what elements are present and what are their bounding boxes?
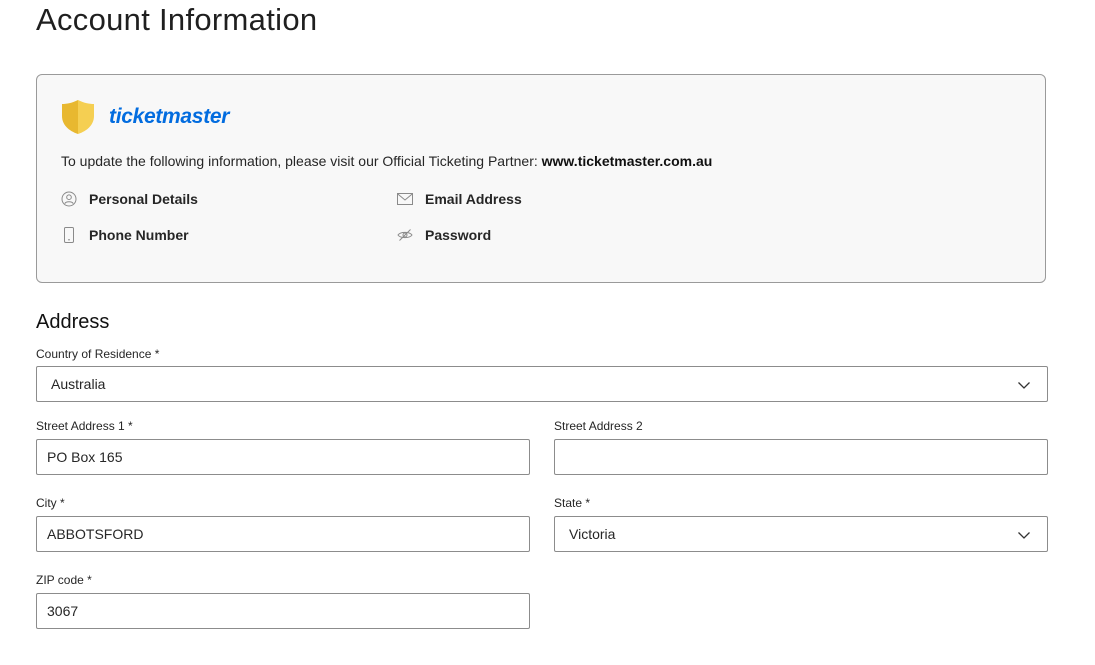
zip-code-value: 3067 xyxy=(47,603,79,619)
city-input[interactable]: ABBOTSFORD xyxy=(36,516,530,552)
eye-slash-icon xyxy=(397,227,413,243)
street-address-1-value: PO Box 165 xyxy=(47,449,123,465)
password-label: Password xyxy=(425,227,492,243)
password-item[interactable]: Password xyxy=(397,227,491,243)
personal-details-label: Personal Details xyxy=(89,191,198,207)
state-select[interactable]: Victoria xyxy=(554,516,1048,552)
partner-note: To update the following information, ple… xyxy=(61,153,712,169)
city-value: ABBOTSFORD xyxy=(47,526,144,542)
state-value: Victoria xyxy=(569,526,616,542)
phone-number-item[interactable]: Phone Number xyxy=(61,227,189,243)
shield-icon xyxy=(62,100,94,134)
partner-link[interactable]: www.ticketmaster.com.au xyxy=(542,153,713,169)
ticketmaster-info-card: ticketmaster To update the following inf… xyxy=(36,74,1046,283)
country-select[interactable]: Australia xyxy=(36,366,1048,402)
envelope-icon xyxy=(397,191,413,207)
ticketmaster-logo: ticketmaster xyxy=(61,99,229,135)
chevron-down-icon xyxy=(1018,382,1030,389)
chevron-down-icon xyxy=(1018,532,1030,539)
phone-number-label: Phone Number xyxy=(89,227,189,243)
city-label: City * xyxy=(36,496,65,510)
street-address-1-input[interactable]: PO Box 165 xyxy=(36,439,530,475)
state-label: State * xyxy=(554,496,591,510)
email-address-item[interactable]: Email Address xyxy=(397,191,522,207)
account-information-page: Account Information ticketmaster To upda… xyxy=(0,0,1095,665)
email-address-label: Email Address xyxy=(425,191,522,207)
partner-note-text: To update the following information, ple… xyxy=(61,153,542,169)
mobile-phone-icon xyxy=(61,227,77,243)
street-address-2-label: Street Address 2 xyxy=(554,419,643,433)
ticketmaster-wordmark: ticketmaster xyxy=(109,105,230,128)
zip-code-label: ZIP code * xyxy=(36,573,92,587)
street-address-2-input[interactable] xyxy=(554,439,1048,475)
personal-details-item[interactable]: Personal Details xyxy=(61,191,198,207)
country-label: Country of Residence * xyxy=(36,347,160,361)
street-address-1-label: Street Address 1 * xyxy=(36,419,133,433)
page-title: Account Information xyxy=(36,2,318,37)
country-value: Australia xyxy=(51,376,106,392)
address-section-title: Address xyxy=(36,311,110,333)
user-circle-icon xyxy=(61,191,77,207)
zip-code-input[interactable]: 3067 xyxy=(36,593,530,629)
